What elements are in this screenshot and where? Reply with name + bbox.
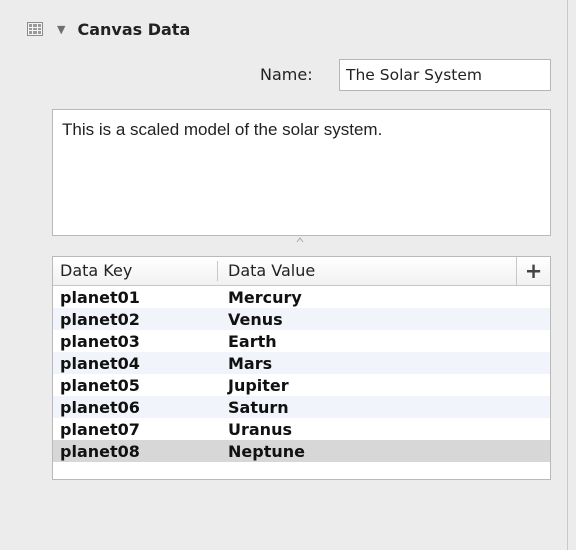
cell-data-key: planet03	[60, 331, 140, 351]
cell-data-key: planet02	[60, 309, 140, 329]
resize-grip-icon[interactable]	[296, 237, 304, 243]
table-row[interactable]: planet07 Uranus	[53, 418, 550, 440]
column-header-data-value[interactable]: Data Value	[218, 261, 550, 281]
cell-data-value: Venus	[228, 309, 283, 329]
add-row-button[interactable]: +	[516, 257, 550, 285]
cell-data-key: planet07	[60, 419, 140, 439]
table-row[interactable]: planet04 Mars	[53, 352, 550, 374]
cell-data-value: Jupiter	[228, 375, 289, 395]
table-row[interactable]: planet01 Mercury	[53, 286, 550, 308]
section-title: Canvas Data	[77, 19, 191, 39]
canvas-data-inspector: ▼ Canvas Data Name: This is a scaled mod…	[0, 0, 568, 550]
table-row[interactable]: planet05 Jupiter	[53, 374, 550, 396]
cell-data-value: Saturn	[228, 397, 289, 417]
cell-data-key: planet08	[60, 441, 140, 461]
name-label: Name:	[260, 65, 313, 84]
cell-data-key: planet05	[60, 375, 140, 395]
table-row[interactable]: planet02 Venus	[53, 308, 550, 330]
cell-data-value: Earth	[228, 331, 277, 351]
disclosure-triangle-icon[interactable]: ▼	[57, 23, 65, 36]
column-header-data-key[interactable]: Data Key	[53, 261, 218, 281]
cell-data-value: Mars	[228, 353, 273, 373]
description-textarea[interactable]: This is a scaled model of the solar syst…	[52, 109, 551, 236]
cell-data-key: planet01	[60, 287, 140, 307]
cell-data-value: Mercury	[228, 287, 302, 307]
table-row[interactable]: planet03 Earth	[53, 330, 550, 352]
name-row: Name:	[0, 59, 552, 91]
section-header[interactable]: ▼ Canvas Data	[27, 16, 190, 42]
table-header: Data Key Data Value +	[53, 257, 550, 286]
cell-data-key: planet06	[60, 397, 140, 417]
cell-data-key: planet04	[60, 353, 140, 373]
table-body: planet01 Mercury planet02 Venus planet03 Eart…	[53, 286, 550, 462]
table-row[interactable]: planet06 Saturn	[53, 396, 550, 418]
data-table: Data Key Data Value + planet01 Mercury pla…	[52, 256, 551, 480]
table-row[interactable]: planet08 Neptune	[53, 440, 550, 462]
table-icon	[27, 22, 43, 36]
cell-data-value: Uranus	[228, 419, 292, 439]
name-input[interactable]	[339, 59, 551, 91]
cell-data-value: Neptune	[228, 441, 305, 461]
